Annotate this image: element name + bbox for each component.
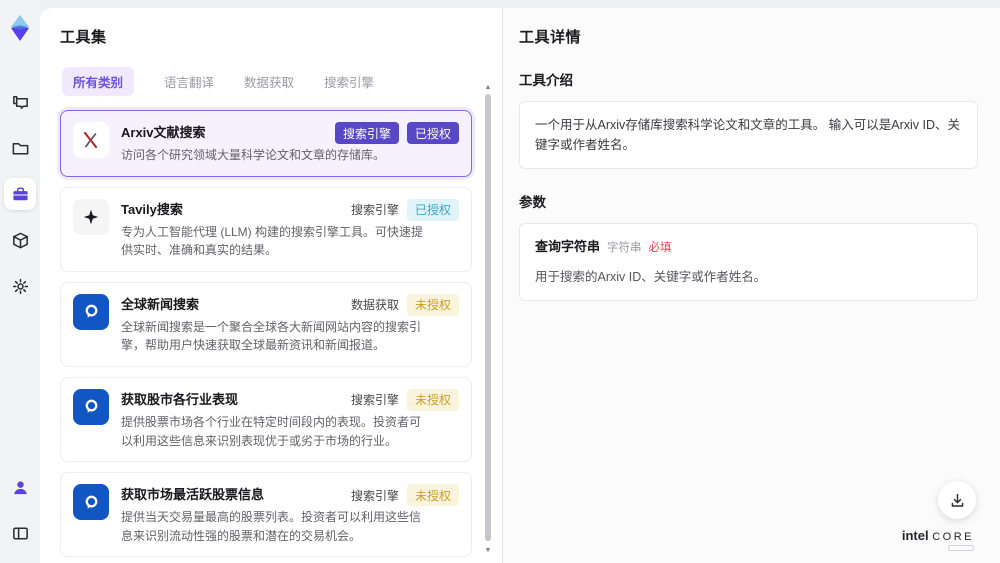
parameter-card: 查询字符串 字符串 必填 用于搜索的Arxiv ID、关键字或作者姓名。 (519, 223, 978, 301)
auth-status-badge: 未授权 (406, 484, 459, 507)
auth-status-badge: 未授权 (406, 388, 459, 411)
tavily-logo-icon (73, 198, 109, 235)
finance-app-icon (73, 388, 109, 425)
nav-rail (0, 0, 40, 563)
category-label: 搜索引擎 (350, 488, 399, 503)
sidebar-item-chat[interactable] (4, 86, 36, 118)
category-tabs: 所有类别 语言翻译 数据获取 搜索引擎 (62, 67, 484, 96)
category-badge: 搜索引擎 (334, 122, 399, 144)
intel-core-logo: intel CORE (902, 528, 974, 551)
brand-chip (948, 545, 974, 551)
tool-description: 提供当天交易量最高的股票列表。投资者可以利用这些信息来识别流动性强的股票和潜在的… (121, 510, 422, 543)
tab-translation[interactable]: 语言翻译 (164, 67, 214, 96)
auth-status-badge: 已授权 (406, 122, 459, 144)
category-label: 数据获取 (350, 298, 399, 313)
tool-description: 访问各个研究领域大量科学论文和文章的存储库。 (121, 148, 386, 162)
download-button[interactable] (938, 481, 976, 519)
category-label: 搜索引擎 (350, 393, 399, 408)
tool-intro-box: 一个用于从Arxiv存储库搜索科学论文和文章的工具。 输入可以是Arxiv ID… (519, 101, 978, 169)
auth-status-badge: 未授权 (406, 293, 459, 316)
category-label: 搜索引擎 (350, 203, 399, 218)
user-icon (11, 478, 30, 497)
news-app-icon (73, 293, 109, 330)
tool-list-panel: 工具集 所有类别 语言翻译 数据获取 搜索引擎 Arxiv文献搜索 访问各个研究… (40, 8, 502, 563)
cube-icon (11, 231, 30, 250)
page-title: 工具集 (60, 29, 107, 46)
tool-card-global-news[interactable]: 全球新闻搜索 全球新闻搜索是一个聚合全球各大新闻网站内容的搜索引擎，帮助用户快速… (60, 281, 472, 367)
tool-card-arxiv[interactable]: Arxiv文献搜索 访问各个研究领域大量科学论文和文章的存储库。 搜索引擎 已授… (60, 110, 472, 177)
brand-core-text: CORE (932, 531, 974, 543)
param-description: 用于搜索的Arxiv ID、关键字或作者姓名。 (535, 269, 767, 284)
briefcase-icon (11, 185, 30, 204)
gear-icon (11, 277, 30, 296)
user-avatar[interactable] (4, 471, 36, 503)
tool-list: Arxiv文献搜索 访问各个研究领域大量科学论文和文章的存储库。 搜索引擎 已授… (60, 110, 484, 563)
list-scrollbar[interactable]: ▲ ▼ (484, 82, 492, 563)
scroll-up-arrow[interactable]: ▲ (484, 84, 492, 92)
arxiv-logo-icon (73, 122, 109, 158)
sidebar-item-files[interactable] (4, 132, 36, 164)
auth-status-badge: 已授权 (406, 198, 459, 221)
folder-icon (11, 139, 30, 158)
sidebar-item-tools[interactable] (4, 178, 36, 210)
scroll-down-arrow[interactable]: ▼ (484, 547, 492, 555)
tool-description: 专为人工智能代理 (LLM) 构建的搜索引擎工具。可快速提供实时、准确和真实的结… (121, 224, 424, 258)
params-heading: 参数 (519, 195, 546, 210)
brand-intel-text: intel (901, 528, 929, 543)
tool-card-sector-performance[interactable]: 获取股市各行业表现 提供股票市场各个行业在特定时间段内的表现。投资者可以利用这些… (60, 376, 472, 463)
detail-title: 工具详情 (519, 29, 582, 46)
tool-description: 提供股票市场各个行业在特定时间段内的表现。投资者可以利用这些信息来识别表现优于或… (121, 414, 422, 448)
tab-data-fetch[interactable]: 数据获取 (244, 67, 294, 96)
param-type: 字符串 (607, 242, 642, 254)
tab-all-categories[interactable]: 所有类别 (62, 67, 135, 96)
sidebar-item-settings[interactable] (4, 270, 36, 302)
param-required-flag: 必填 (648, 242, 672, 254)
collapse-panel-button[interactable] (4, 517, 36, 549)
tool-card-tavily[interactable]: Tavily搜索 专为人工智能代理 (LLM) 构建的搜索引擎工具。可快速提供实… (60, 186, 472, 272)
tool-card-active-stocks[interactable]: 获取市场最活跃股票信息 提供当天交易量最高的股票列表。投资者可以利用这些信息来识… (60, 472, 472, 558)
tab-search-engine[interactable]: 搜索引擎 (324, 67, 374, 96)
tool-detail-panel: 工具详情 工具介绍 一个用于从Arxiv存储库搜索科学论文和文章的工具。 输入可… (502, 8, 1000, 563)
chat-icon (11, 93, 30, 112)
panel-toggle-icon (11, 524, 30, 543)
sidebar-item-models[interactable] (4, 224, 36, 256)
scrollbar-thumb[interactable] (485, 94, 491, 541)
tool-description: 全球新闻搜索是一个聚合全球各大新闻网站内容的搜索引擎，帮助用户快速获取全球最新资… (121, 319, 422, 353)
download-icon (949, 492, 966, 509)
finance-app-icon (73, 484, 109, 521)
param-name: 查询字符串 (535, 239, 601, 254)
app-logo (6, 14, 34, 42)
intro-heading: 工具介绍 (519, 73, 573, 88)
